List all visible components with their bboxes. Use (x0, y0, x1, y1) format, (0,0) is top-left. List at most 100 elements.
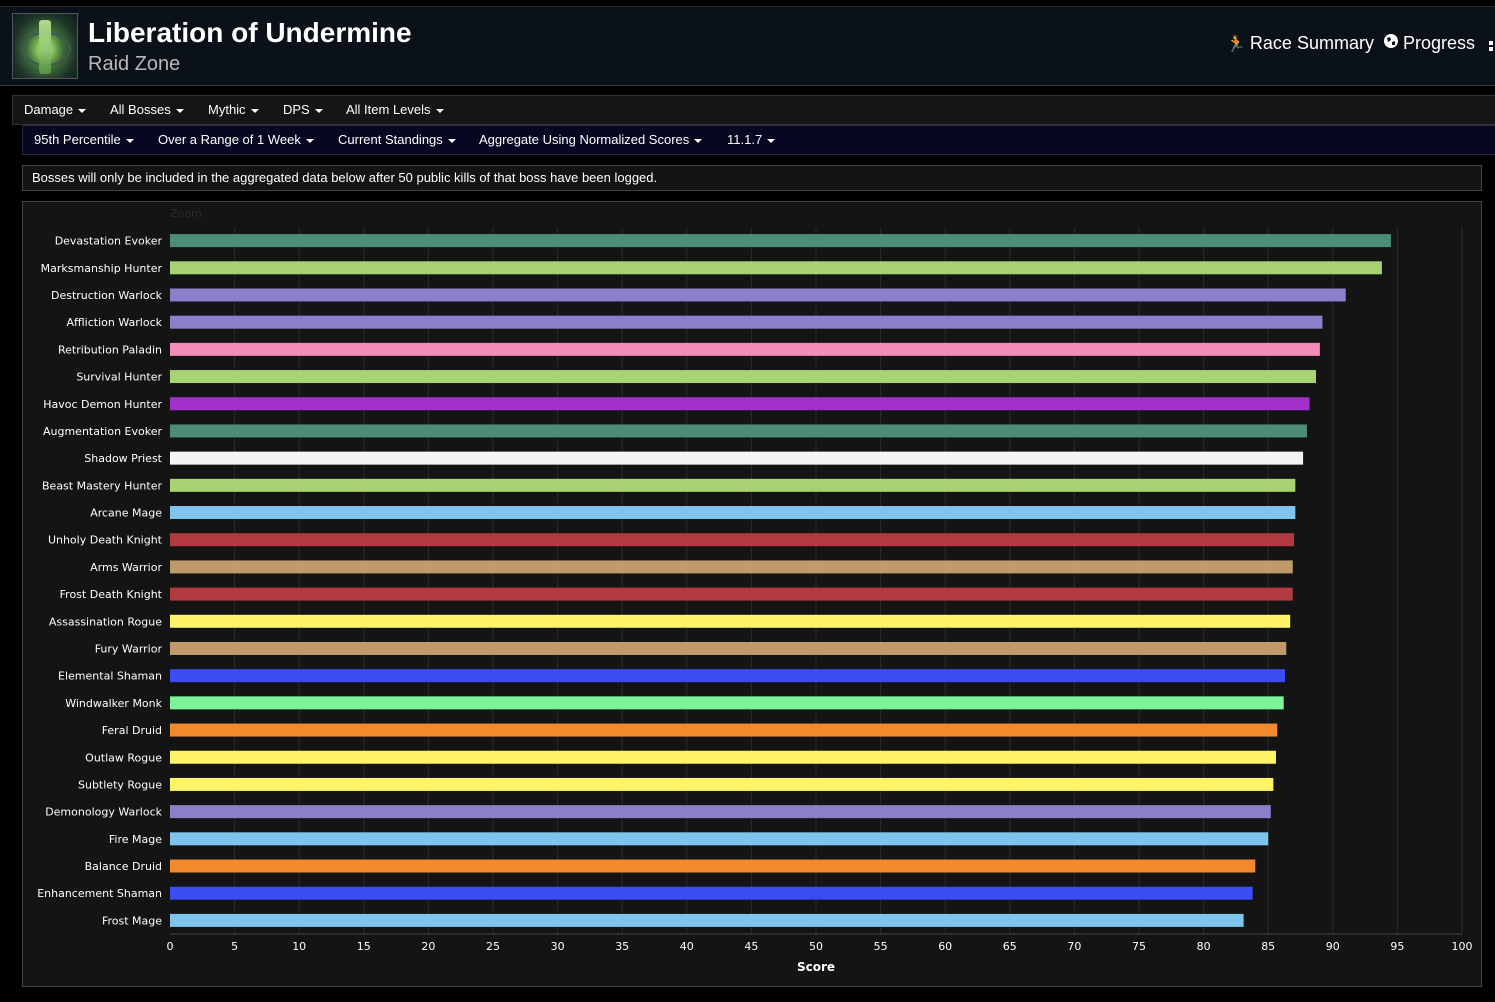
category-label: Arms Warrior (90, 561, 162, 574)
chart-bar[interactable] (170, 832, 1269, 846)
chart-bar[interactable] (170, 288, 1346, 302)
chart-bar[interactable] (170, 424, 1307, 438)
chart-bar[interactable] (170, 614, 1291, 628)
score-chart-panel: Zoom Devastation Evoker Marksmanship Hunte… (22, 201, 1482, 987)
role-dropdown-label: DPS (283, 102, 310, 117)
chart-bar[interactable] (170, 886, 1253, 900)
x-tick-label: 45 (744, 940, 758, 953)
category-label: Subtlety Rogue (78, 778, 162, 791)
percentile-dropdown[interactable]: 95th Percentile (34, 132, 134, 147)
x-tick-label: 70 (1067, 940, 1081, 953)
boss-dropdown[interactable]: All Bosses (110, 102, 184, 117)
chart-bar[interactable] (170, 533, 1295, 547)
filter-bar-primary: Damage All Bosses Mythic DPS All Item Le… (12, 95, 1495, 125)
zoom-label[interactable]: Zoom (170, 207, 202, 220)
chart-bar[interactable] (170, 859, 1256, 873)
chart-bar[interactable] (170, 723, 1278, 737)
category-label: Shadow Priest (84, 452, 162, 465)
item-level-dropdown-label: All Item Levels (346, 102, 431, 117)
page-subtitle: Raid Zone (88, 53, 181, 75)
chart-bar[interactable] (170, 234, 1391, 248)
chart-bar[interactable] (170, 370, 1317, 384)
x-tick-label: 5 (231, 940, 238, 953)
x-tick-label: 75 (1132, 940, 1146, 953)
metric-dropdown[interactable]: Damage (24, 102, 87, 117)
chevron-down-icon (767, 138, 776, 143)
x-tick-label: 30 (551, 940, 565, 953)
chart-bar[interactable] (170, 587, 1293, 601)
chart-bar[interactable] (170, 750, 1276, 764)
x-tick-label: 25 (486, 940, 500, 953)
category-label: Enhancement Shaman (37, 887, 162, 900)
chart-bar[interactable] (170, 696, 1284, 710)
chevron-down-icon (435, 108, 444, 113)
x-tick-label: 35 (615, 940, 629, 953)
zone-header: Liberation of Undermine Raid Zone 🏃 Race… (0, 6, 1495, 86)
x-tick-label: 95 (1390, 940, 1404, 953)
standings-dropdown[interactable]: Current Standings (338, 132, 456, 147)
page-title: Liberation of Undermine (88, 17, 412, 48)
category-label: Devastation Evoker (55, 235, 163, 248)
progress-link[interactable]: Progress (1383, 33, 1475, 54)
boss-dropdown-label: All Bosses (110, 102, 171, 117)
chart-bar[interactable] (170, 397, 1310, 411)
percentile-dropdown-label: 95th Percentile (34, 132, 121, 147)
filter-bar-secondary: 95th Percentile Over a Range of 1 Week C… (22, 125, 1495, 155)
chevron-down-icon (447, 138, 456, 143)
x-tick-label: 100 (1452, 940, 1473, 953)
chevron-down-icon (314, 108, 323, 113)
category-label: Unholy Death Knight (48, 534, 163, 547)
chevron-down-icon (78, 108, 87, 113)
x-tick-label: 40 (680, 940, 694, 953)
category-label: Survival Hunter (76, 371, 162, 384)
category-label: Fury Warrior (95, 642, 163, 655)
zone-image (12, 13, 78, 79)
x-tick-label: 15 (357, 940, 371, 953)
category-label: Fire Mage (109, 833, 162, 846)
category-label: Feral Druid (102, 724, 162, 737)
score-bar-chart: Zoom Devastation Evoker Marksmanship Hunte… (37, 207, 1473, 974)
chart-bar[interactable] (170, 669, 1285, 683)
category-label: Outlaw Rogue (85, 751, 162, 764)
patch-dropdown[interactable]: 11.1.7 (727, 132, 776, 147)
category-label: Arcane Mage (90, 507, 162, 520)
standings-dropdown-label: Current Standings (338, 132, 443, 147)
time-range-dropdown-label: Over a Range of 1 Week (158, 132, 301, 147)
chart-bar[interactable] (170, 777, 1274, 791)
time-range-dropdown[interactable]: Over a Range of 1 Week (158, 132, 314, 147)
chart-bar[interactable] (170, 641, 1287, 655)
difficulty-dropdown-label: Mythic (208, 102, 246, 117)
aggregate-dropdown-label: Aggregate Using Normalized Scores (479, 132, 690, 147)
category-label: Beast Mastery Hunter (42, 479, 162, 492)
chart-bar[interactable] (170, 315, 1323, 329)
item-level-dropdown[interactable]: All Item Levels (346, 102, 444, 117)
chart-bar[interactable] (170, 478, 1296, 492)
globe-icon (1383, 33, 1399, 54)
chevron-down-icon (694, 138, 703, 143)
aggregate-dropdown[interactable]: Aggregate Using Normalized Scores (479, 132, 703, 147)
category-label: Marksmanship Hunter (41, 262, 163, 275)
role-dropdown[interactable]: DPS (283, 102, 323, 117)
chart-bar[interactable] (170, 506, 1296, 520)
x-tick-label: 90 (1326, 940, 1340, 953)
x-axis-title: Score (797, 960, 835, 974)
race-summary-link[interactable]: 🏃 Race Summary (1226, 33, 1374, 54)
difficulty-dropdown[interactable]: Mythic (208, 102, 259, 117)
chart-bar[interactable] (170, 261, 1382, 275)
chevron-down-icon (175, 108, 184, 113)
category-label: Demonology Warlock (45, 806, 162, 819)
chart-bar[interactable] (170, 342, 1320, 356)
more-menu-icon[interactable] (1489, 41, 1495, 53)
chart-bar[interactable] (170, 805, 1271, 819)
x-tick-label: 0 (167, 940, 174, 953)
zone-image-pillar (39, 20, 51, 74)
chart-bar[interactable] (170, 560, 1293, 574)
chart-bar[interactable] (170, 913, 1244, 927)
chart-bar[interactable] (170, 451, 1304, 465)
x-tick-label: 55 (874, 940, 888, 953)
running-person-icon: 🏃 (1226, 35, 1246, 53)
x-tick-label: 80 (1197, 940, 1211, 953)
category-label: Augmentation Evoker (43, 425, 162, 438)
aggregation-notice: Bosses will only be included in the aggr… (22, 165, 1482, 191)
category-label: Windwalker Monk (65, 697, 162, 710)
